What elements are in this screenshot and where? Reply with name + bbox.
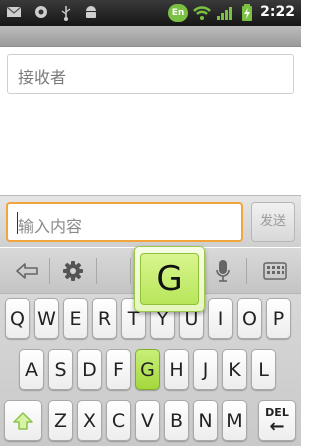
- key-x[interactable]: X: [77, 400, 102, 441]
- wifi-icon: [193, 6, 211, 20]
- signal-icon: [217, 7, 232, 20]
- key-d[interactable]: D: [77, 349, 102, 390]
- gear-icon: [63, 261, 83, 281]
- input-method-badge: En: [168, 4, 188, 22]
- key-preview-popup: G: [134, 246, 205, 312]
- message-placeholder: 输入内容: [18, 217, 83, 236]
- record-icon: [35, 6, 47, 18]
- envelope-icon: [6, 6, 22, 17]
- key-f[interactable]: F: [106, 349, 131, 390]
- key-r[interactable]: R: [92, 298, 117, 339]
- recipient-input[interactable]: 接收者: [7, 54, 294, 94]
- key-v[interactable]: V: [135, 400, 160, 441]
- microphone-icon: [216, 260, 230, 282]
- key-g[interactable]: G: [135, 349, 160, 390]
- key-w[interactable]: W: [34, 298, 59, 339]
- key-preview-letter: G: [140, 253, 199, 305]
- key-s[interactable]: S: [48, 349, 73, 390]
- key-h[interactable]: H: [164, 349, 189, 390]
- settings-button[interactable]: [56, 256, 90, 286]
- key-c[interactable]: C: [106, 400, 131, 441]
- android-icon: [86, 6, 96, 18]
- input-method-label: En: [171, 8, 185, 18]
- key-p[interactable]: P: [266, 298, 291, 339]
- battery-charging-icon: [242, 4, 252, 21]
- voice-input-button[interactable]: [206, 256, 240, 286]
- key-n[interactable]: N: [193, 400, 218, 441]
- clock: 2:22: [260, 4, 295, 20]
- keyboard-layout-icon: [263, 262, 287, 280]
- toolbar-divider: [246, 258, 247, 284]
- collapse-keyboard-button[interactable]: [10, 256, 44, 286]
- toolbar-divider: [130, 258, 131, 284]
- key-b[interactable]: B: [164, 400, 189, 441]
- usb-icon: [61, 6, 71, 21]
- send-button[interactable]: 发送: [251, 202, 295, 242]
- key-i[interactable]: I: [208, 298, 233, 339]
- key-j[interactable]: J: [193, 349, 218, 390]
- title-strip: [0, 26, 301, 47]
- backspace-arrow-icon: ←: [269, 415, 285, 437]
- key-o[interactable]: O: [237, 298, 262, 339]
- key-q[interactable]: Q: [5, 298, 30, 339]
- key-k[interactable]: K: [222, 349, 247, 390]
- key-l[interactable]: L: [251, 349, 276, 390]
- keyboard-layout-button[interactable]: [258, 256, 292, 286]
- toolbar-divider: [96, 258, 97, 284]
- key-e[interactable]: E: [63, 298, 88, 339]
- status-bar: En 2:22: [0, 0, 301, 26]
- key-z[interactable]: Z: [48, 400, 73, 441]
- recipient-placeholder: 接收者: [18, 68, 67, 87]
- shift-key[interactable]: [4, 400, 42, 441]
- message-input[interactable]: 输入内容: [6, 202, 243, 242]
- toolbar-divider: [49, 258, 50, 284]
- shift-arrow-icon: [13, 411, 33, 430]
- compose-bar: 输入内容 发送: [0, 195, 301, 247]
- key-m[interactable]: M: [222, 400, 247, 441]
- key-a[interactable]: A: [19, 349, 44, 390]
- collapse-keyboard-icon: [16, 263, 38, 279]
- delete-key[interactable]: DEL ←: [258, 400, 296, 441]
